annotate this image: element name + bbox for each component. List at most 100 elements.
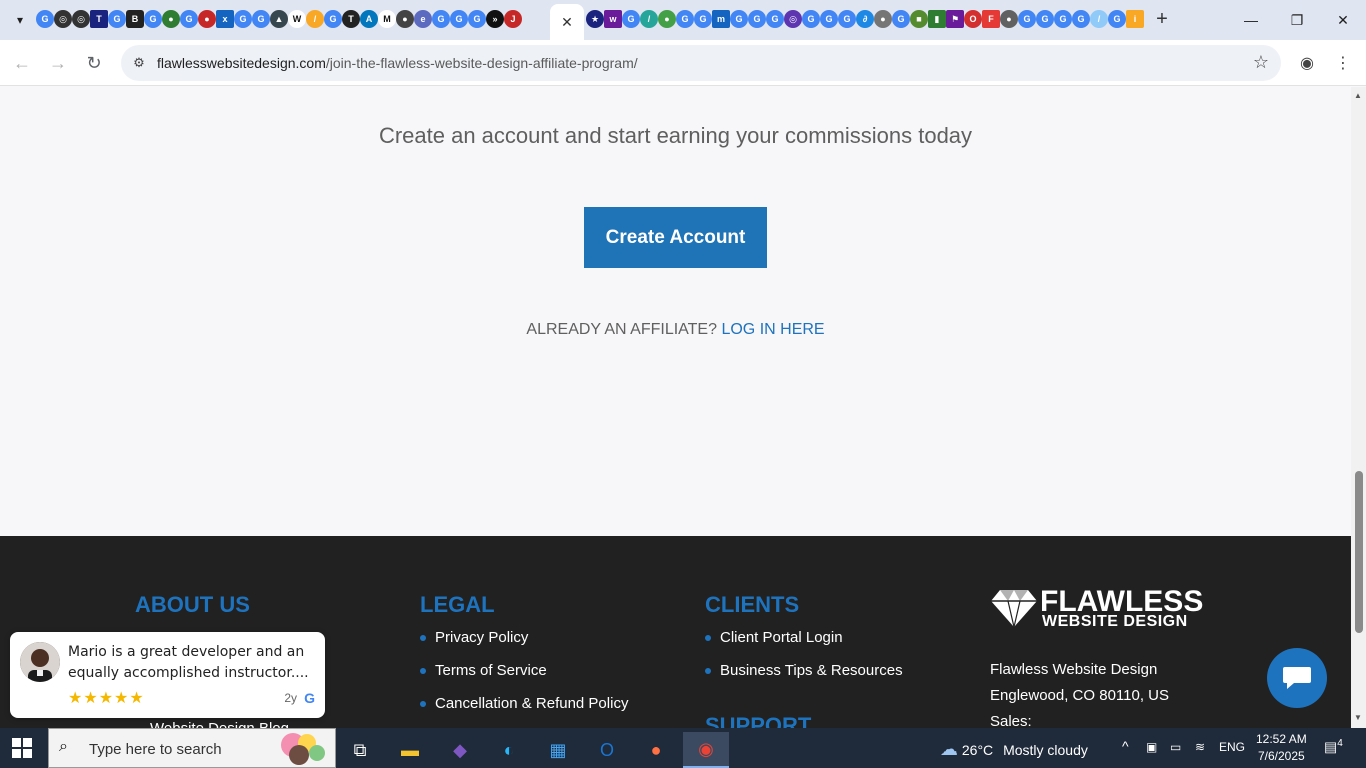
arc-icon[interactable]: A [360, 10, 378, 28]
google-icon[interactable]: G [234, 10, 252, 28]
scroll-up-icon[interactable]: ▲ [1354, 91, 1362, 100]
log-in-here-link[interactable]: LOG IN HERE [721, 321, 824, 338]
google-icon[interactable]: G [622, 10, 640, 28]
google-icon[interactable]: G [144, 10, 162, 28]
refund-policy-link[interactable]: Cancellation & Refund Policy [420, 695, 628, 728]
google-icon[interactable]: G [1018, 10, 1036, 28]
site-info-icon[interactable]: ⚙ [129, 53, 149, 73]
medium-icon[interactable]: M [378, 10, 396, 28]
google-icon[interactable]: G [730, 10, 748, 28]
wifi-icon[interactable]: ≋ [1195, 740, 1205, 754]
m-site-icon[interactable]: m [712, 10, 730, 28]
chart-site-icon[interactable]: ▮ [928, 10, 946, 28]
google-icon[interactable]: G [838, 10, 856, 28]
weather-widget[interactable]: ☁ 26°C Mostly cloudy [940, 739, 1088, 760]
close-window-icon[interactable]: ✕ [1320, 0, 1366, 40]
google-icon[interactable]: G [108, 10, 126, 28]
terms-of-service-link[interactable]: Terms of Service [420, 662, 628, 695]
circle-site-icon[interactable]: ◎ [784, 10, 802, 28]
yellow-site-icon[interactable]: / [306, 10, 324, 28]
bookmark-star-icon[interactable]: ☆ [1253, 52, 1269, 73]
google-icon[interactable]: G [36, 10, 54, 28]
google-icon[interactable]: G [766, 10, 784, 28]
copilot-site-icon[interactable]: ∂ [856, 10, 874, 28]
google-icon[interactable]: G [450, 10, 468, 28]
copilot-icon[interactable]: ◆ [440, 732, 480, 768]
xf-icon[interactable]: x [216, 10, 234, 28]
battery-icon[interactable]: ▭ [1170, 740, 1181, 754]
wikipedia-icon[interactable]: W [288, 10, 306, 28]
google-icon[interactable]: G [1072, 10, 1090, 28]
google-icon[interactable]: G [180, 10, 198, 28]
edge-icon[interactable]: ◐ [489, 732, 529, 768]
address-bar[interactable]: ⚙ flawlesswebsitedesign.com/join-the-fla… [121, 45, 1281, 81]
forward-site-icon[interactable]: » [486, 10, 504, 28]
minimize-icon[interactable]: — [1228, 0, 1274, 40]
windows-start-icon[interactable] [12, 738, 32, 758]
google-icon[interactable]: G [252, 10, 270, 28]
tab-search-chevron-icon[interactable]: ▾ [8, 8, 32, 32]
restore-icon[interactable]: ❐ [1274, 0, 1320, 40]
google-icon[interactable]: G [892, 10, 910, 28]
google-icon[interactable]: G [1054, 10, 1072, 28]
leaf-icon[interactable]: ● [162, 10, 180, 28]
active-tab[interactable]: ✕ [550, 4, 584, 40]
js-site-icon[interactable]: J [504, 10, 522, 28]
google-icon[interactable]: G [1036, 10, 1054, 28]
avatar-site-icon[interactable]: ● [396, 10, 414, 28]
google-icon[interactable]: G [748, 10, 766, 28]
close-tab-icon[interactable]: ✕ [561, 14, 573, 31]
scrollbar-thumb[interactable] [1355, 471, 1363, 633]
google-icon[interactable]: G [802, 10, 820, 28]
google-icon[interactable]: G [324, 10, 342, 28]
page-scrollbar[interactable]: ▲ ▼ [1351, 87, 1366, 728]
blog-link-partial[interactable]: Website Design Blog [150, 720, 289, 728]
e-site-icon[interactable]: e [414, 10, 432, 28]
ttp-icon[interactable]: T [90, 10, 108, 28]
leaf-site-icon[interactable]: ● [658, 10, 676, 28]
chrome-icon[interactable]: ◉ [683, 732, 729, 768]
menu-kebab-icon[interactable]: ⋮ [1331, 51, 1355, 75]
tesla-icon[interactable]: T [342, 10, 360, 28]
chat-widget-button[interactable] [1267, 648, 1327, 708]
store-icon[interactable]: ▦ [538, 732, 578, 768]
hat-icon[interactable]: ▲ [270, 10, 288, 28]
meet-icon[interactable]: ▣ [1146, 740, 1157, 754]
notification-icon[interactable]: ▤4 [1324, 738, 1343, 756]
openai-icon[interactable]: ◎ [72, 10, 90, 28]
globe-site-icon[interactable]: ● [1000, 10, 1018, 28]
google-icon[interactable]: G [676, 10, 694, 28]
opera-icon[interactable]: O [964, 10, 982, 28]
red-site-icon[interactable]: ● [198, 10, 216, 28]
back-arrow-icon[interactable]: ← [8, 49, 36, 77]
google-review-widget[interactable]: Mario is a great developer and an equall… [10, 632, 325, 718]
create-account-button[interactable]: Create Account [584, 207, 767, 268]
google-icon[interactable]: G [694, 10, 712, 28]
forward-arrow-icon[interactable]: → [44, 49, 72, 77]
flawless-logo[interactable]: FLAWLESS WEBSITE DESIGN [990, 587, 1220, 632]
stripe-site-icon[interactable]: / [640, 10, 658, 28]
reload-icon[interactable]: ↻ [80, 49, 108, 77]
pen-site-icon[interactable]: / [1090, 10, 1108, 28]
green-site-icon[interactable]: ■ [910, 10, 928, 28]
business-tips-link[interactable]: Business Tips & Resources [705, 662, 903, 695]
task-view-icon[interactable]: ⧉ [340, 732, 380, 768]
b-icon[interactable]: B [126, 10, 144, 28]
google-icon[interactable]: G [820, 10, 838, 28]
language-indicator[interactable]: ENG [1219, 740, 1245, 754]
openai-icon[interactable]: ◎ [54, 10, 72, 28]
privacy-policy-link[interactable]: Privacy Policy [420, 629, 628, 662]
new-tab-button[interactable]: + [1150, 8, 1174, 32]
url-text[interactable]: flawlesswebsitedesign.com/join-the-flawl… [157, 55, 638, 71]
taskbar-search-box[interactable]: ⌕ Type here to search [48, 728, 336, 768]
google-icon[interactable]: G [1108, 10, 1126, 28]
system-clock[interactable]: 12:52 AM 7/6/2025 [1256, 731, 1307, 765]
google-icon[interactable]: G [432, 10, 450, 28]
f-site-icon[interactable]: F [982, 10, 1000, 28]
outlook-icon[interactable]: O [587, 732, 627, 768]
profile-icon[interactable]: ◉ [1295, 51, 1319, 75]
tray-chevron-icon[interactable]: ^ [1122, 738, 1129, 754]
scroll-down-icon[interactable]: ▼ [1354, 713, 1362, 722]
client-portal-login-link[interactable]: Client Portal Login [705, 629, 903, 662]
w-site-icon[interactable]: w [604, 10, 622, 28]
